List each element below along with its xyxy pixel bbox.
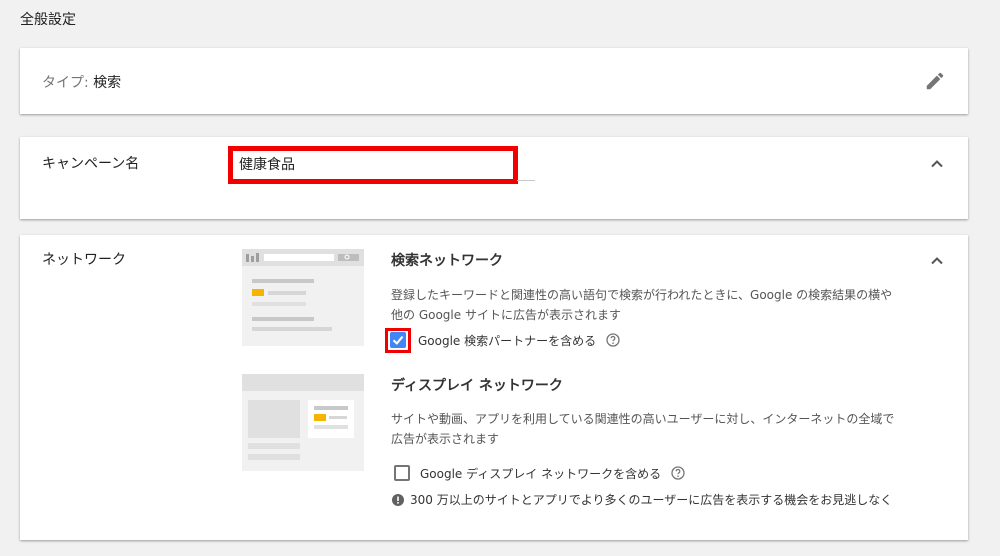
network-label: ネットワーク: [42, 252, 126, 268]
campaign-name-card: キャンペーン名: [20, 137, 968, 219]
pencil-icon[interactable]: [924, 70, 946, 92]
campaign-name-label: キャンペーン名: [42, 156, 140, 172]
campaign-type-value: 検索: [93, 75, 122, 91]
page-title: 全般設定: [20, 12, 76, 28]
help-icon[interactable]: [671, 466, 685, 480]
chevron-up-icon[interactable]: [930, 254, 944, 268]
chevron-up-icon[interactable]: [930, 157, 944, 171]
display-network-label: Google ディスプレイ ネットワークを含める: [420, 466, 662, 481]
search-partners-label: Google 検索パートナーを含める: [418, 333, 597, 348]
network-card: ネットワーク 検索ネットワーク 登録したキーワードと関連性の高い語句で検索が行わ…: [20, 235, 968, 540]
search-network-illustration: [242, 249, 364, 346]
campaign-name-input[interactable]: [239, 156, 509, 172]
search-network-description: 登録したキーワードと関連性の高い語句で検索が行われたときに、Google の検索…: [391, 288, 893, 322]
display-network-warning: 300 万以上のサイトとアプリでより多くのユーザーに広告を表示する機会をお見逃し…: [392, 491, 892, 508]
search-partners-option[interactable]: Google 検索パートナーを含める: [385, 327, 620, 353]
display-network-description: サイトや動画、アプリを利用している関連性の高いユーザーに対し、インターネットの全…: [391, 412, 895, 446]
search-partners-checkbox[interactable]: [390, 332, 406, 348]
checkbox-highlight: [385, 327, 411, 353]
campaign-name-field-highlight: [228, 146, 518, 184]
display-network-option[interactable]: Google ディスプレイ ネットワークを含める: [394, 463, 685, 483]
display-network-title: ディスプレイ ネットワーク: [391, 378, 563, 394]
help-icon[interactable]: [606, 333, 620, 347]
display-network-warning-text: 300 万以上のサイトとアプリでより多くのユーザーに広告を表示する機会をお見逃し…: [410, 493, 893, 507]
display-network-checkbox[interactable]: [394, 465, 410, 481]
display-network-illustration: [242, 374, 364, 471]
campaign-type: タイプ: 検索: [42, 72, 121, 92]
campaign-type-prefix: タイプ:: [42, 75, 89, 91]
input-underline: [517, 180, 535, 181]
campaign-type-card: タイプ: 検索: [20, 48, 968, 114]
search-network-title: 検索ネットワーク: [391, 253, 503, 269]
alert-icon: [392, 493, 404, 506]
